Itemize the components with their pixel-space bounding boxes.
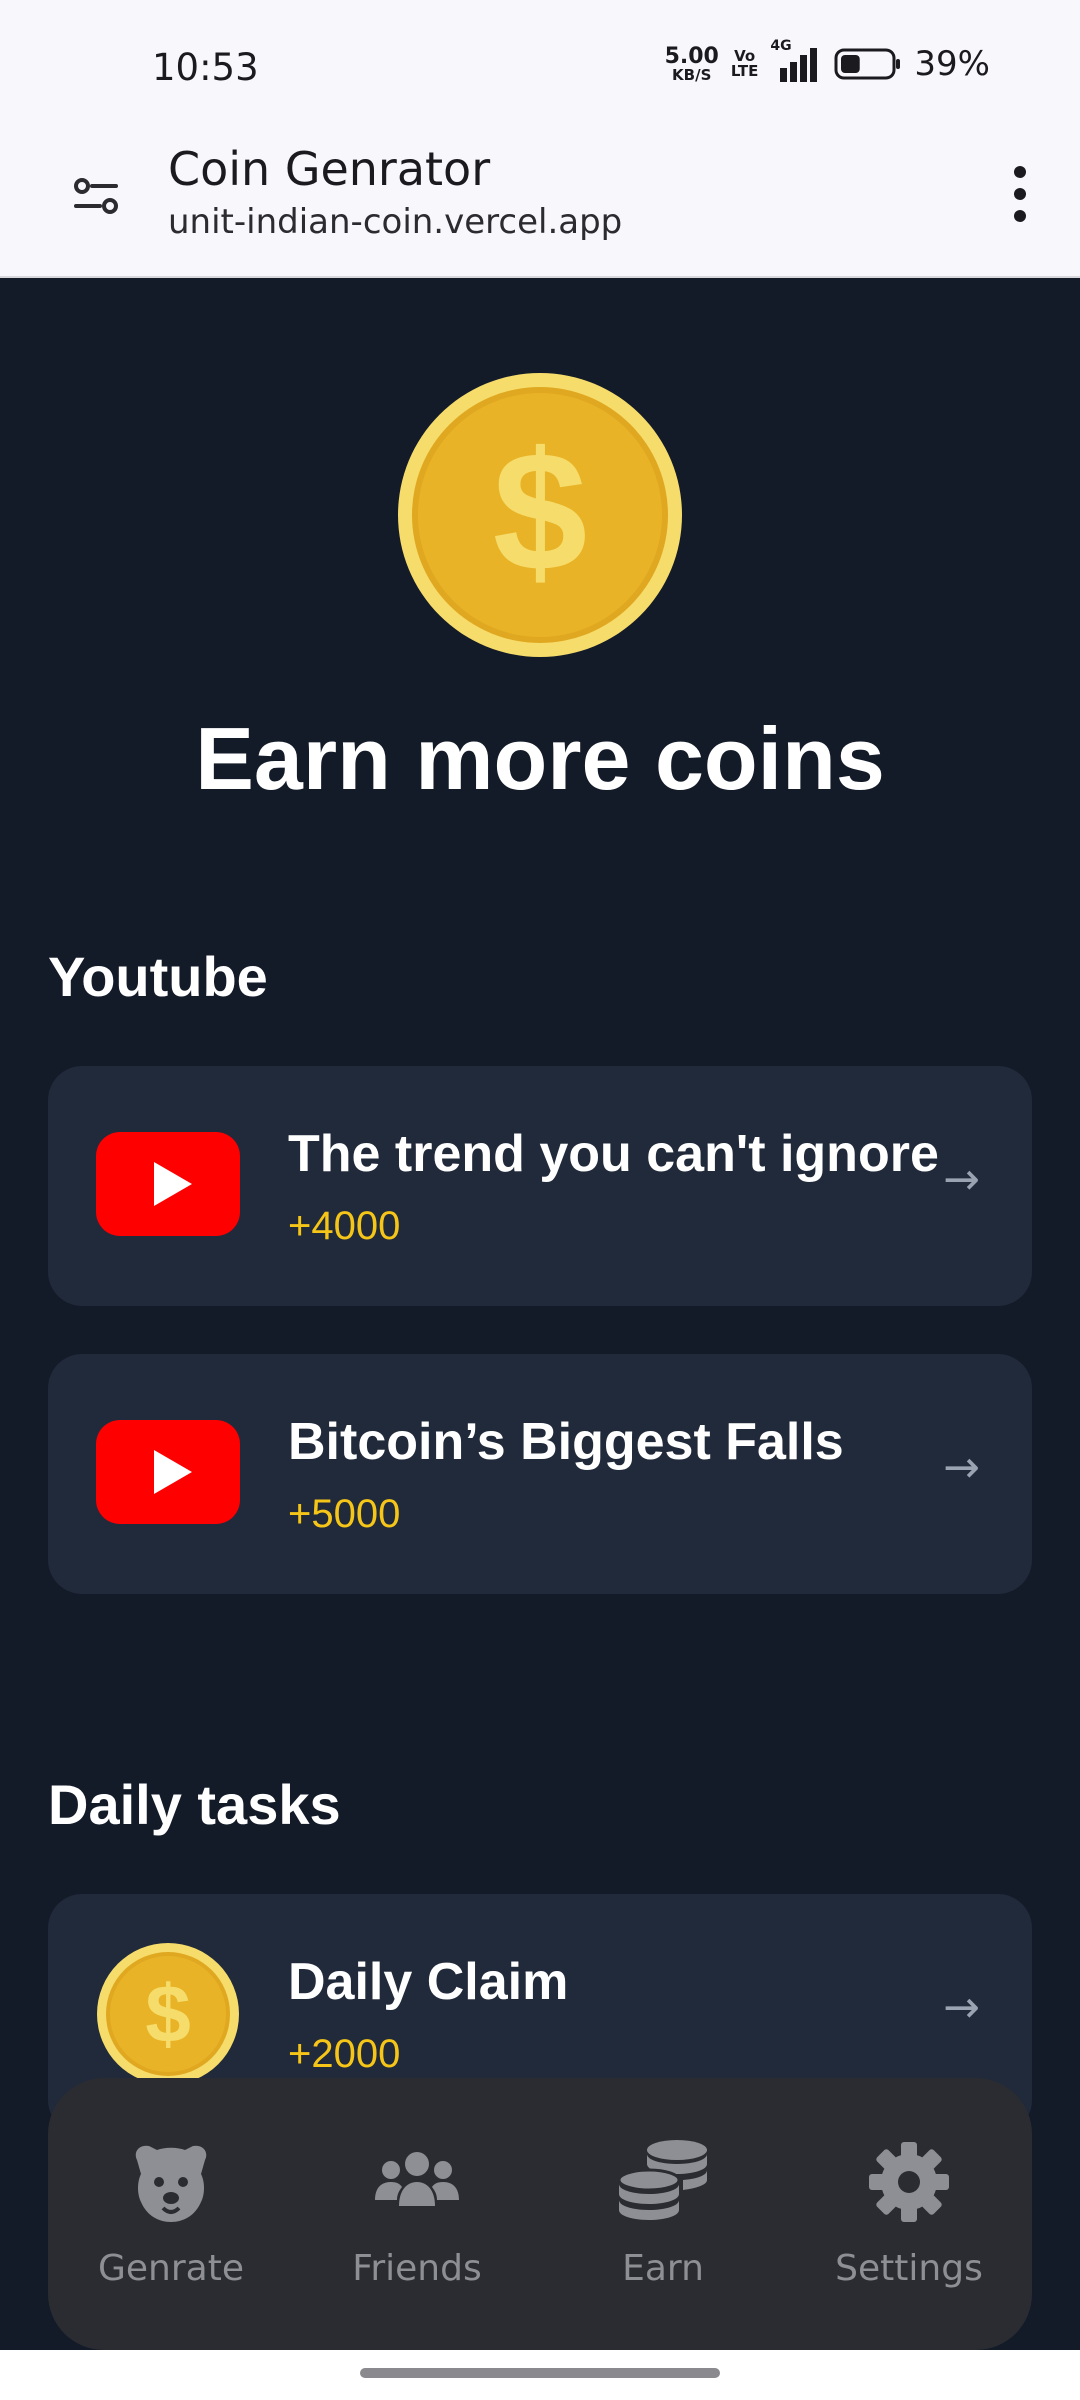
bottom-nav: Genrate Friends Earn Settings bbox=[48, 2078, 1032, 2350]
coin-icon: $ bbox=[398, 373, 682, 657]
task-title: The trend you can't ignore bbox=[288, 1125, 939, 1183]
volte-icon: Vo LTE bbox=[731, 49, 759, 79]
network-speed: 5.00 KB/S bbox=[664, 43, 719, 84]
gear-icon bbox=[869, 2142, 949, 2222]
nav-item-genrate[interactable]: Genrate bbox=[61, 2134, 281, 2289]
task-reward: +4000 bbox=[288, 1204, 401, 1248]
status-time: 10:53 bbox=[152, 46, 259, 89]
youtube-task-card[interactable]: Bitcoin’s Biggest Falls +5000 → bbox=[48, 1354, 1032, 1594]
page-title: Coin Genrator bbox=[168, 142, 491, 196]
svg-text:$: $ bbox=[493, 417, 588, 607]
dog-icon bbox=[135, 2145, 207, 2222]
network-speed-value: 5.00 bbox=[664, 43, 719, 69]
arrow-right-icon: → bbox=[943, 1442, 980, 1493]
hero-title: Earn more coins bbox=[195, 709, 885, 808]
coin-icon: $ bbox=[97, 1943, 239, 2085]
battery-percent: 39% bbox=[914, 44, 990, 84]
task-reward: +5000 bbox=[288, 1492, 401, 1536]
youtube-task-card[interactable]: The trend you can't ignore +4000 → bbox=[48, 1066, 1032, 1306]
task-reward: +2000 bbox=[288, 2032, 401, 2076]
arrow-right-icon: → bbox=[943, 1154, 980, 1205]
nav-item-earn[interactable]: Earn bbox=[553, 2134, 773, 2289]
site-settings-icon[interactable] bbox=[70, 170, 122, 222]
nav-label: Earn bbox=[622, 2248, 704, 2289]
network-type: 4G bbox=[770, 38, 792, 54]
volte-bottom: LTE bbox=[730, 62, 759, 80]
task-title: Daily Claim bbox=[288, 1953, 569, 2011]
network-speed-unit: KB/S bbox=[672, 65, 712, 84]
nav-label: Friends bbox=[352, 2248, 482, 2289]
battery-icon bbox=[834, 48, 901, 80]
coins-icon bbox=[617, 2140, 707, 2220]
nav-item-settings[interactable]: Settings bbox=[799, 2134, 1019, 2289]
home-indicator[interactable] bbox=[360, 2368, 720, 2378]
nav-label: Genrate bbox=[98, 2248, 244, 2289]
gesture-bar bbox=[0, 2350, 1080, 2400]
page-url[interactable]: unit-indian-coin.vercel.app bbox=[168, 202, 622, 242]
browser-bar: Coin Genrator unit-indian-coin.vercel.ap… bbox=[0, 130, 1080, 278]
daily-section-title: Daily tasks bbox=[48, 1773, 341, 1836]
nav-label: Settings bbox=[835, 2248, 983, 2289]
youtube-section-title: Youtube bbox=[48, 945, 268, 1008]
youtube-icon bbox=[96, 1132, 240, 1236]
more-vert-icon[interactable] bbox=[998, 160, 1042, 230]
signal-icon: 4G bbox=[770, 38, 822, 84]
task-title: Bitcoin’s Biggest Falls bbox=[288, 1413, 844, 1471]
svg-text:$: $ bbox=[145, 1969, 191, 2060]
arrow-right-icon: → bbox=[943, 1982, 980, 2033]
users-icon bbox=[375, 2152, 459, 2206]
status-bar: 10:53 5.00 KB/S Vo LTE 4G 39% bbox=[0, 0, 1080, 130]
nav-item-friends[interactable]: Friends bbox=[307, 2134, 527, 2289]
status-icons: 5.00 KB/S Vo LTE 4G 39% bbox=[664, 38, 990, 84]
youtube-icon bbox=[96, 1420, 240, 1524]
